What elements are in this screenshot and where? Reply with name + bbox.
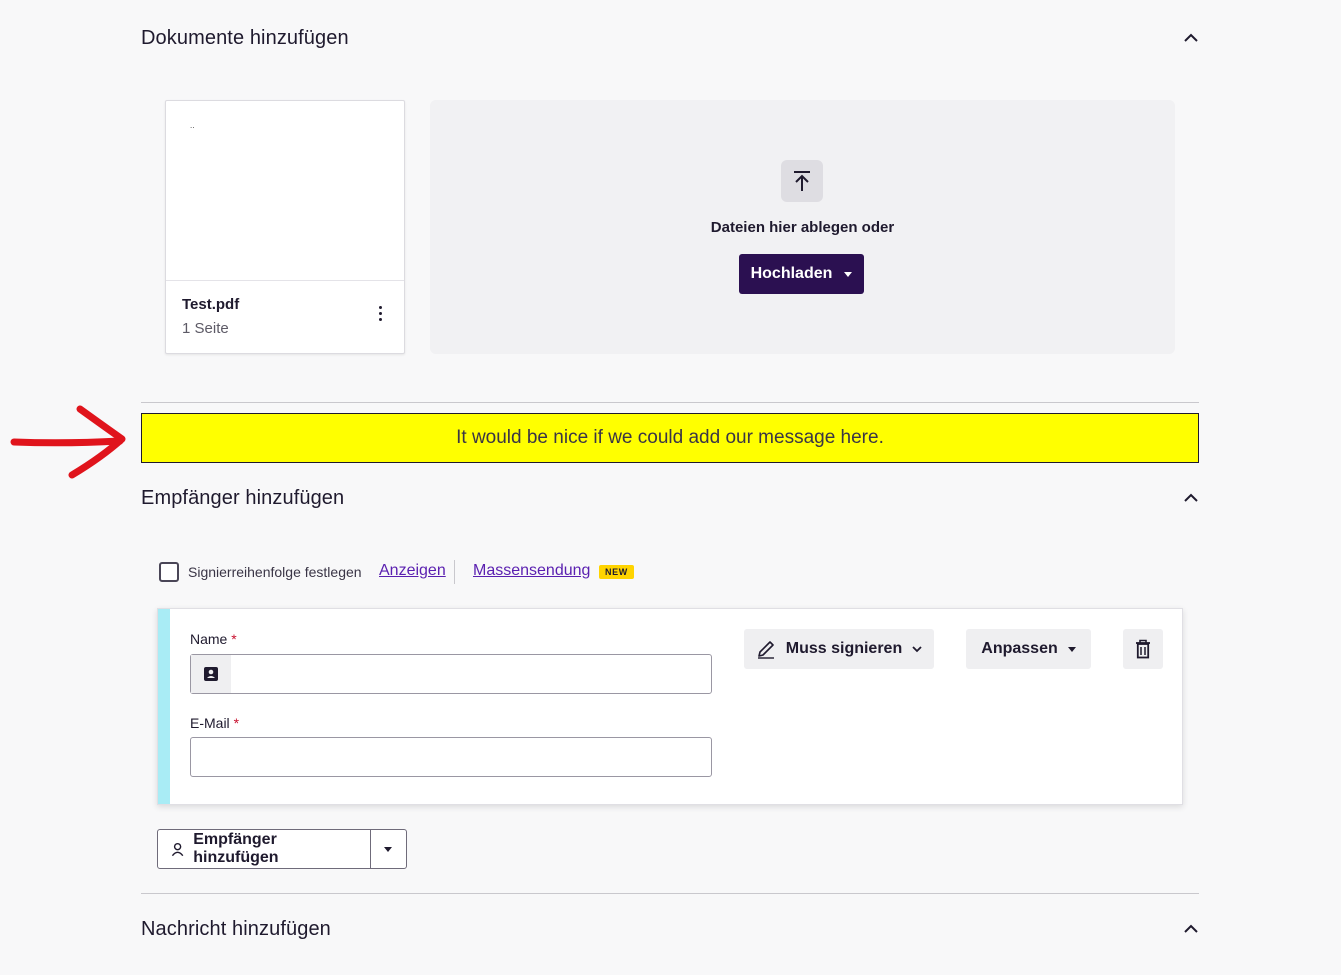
required-marker: * [233,715,240,731]
bulk-send-link[interactable]: Massensendung [473,562,590,580]
document-page-count: 1 Seite [182,320,229,337]
dropzone-text: Dateien hier ablegen oder [710,219,895,236]
more-vertical-icon [378,305,382,309]
chevron-up-icon [1184,33,1198,42]
banner-text: It would be nice if we could add our mes… [456,427,884,448]
chevron-up-icon [1184,493,1198,502]
chevron-down-icon [912,645,922,652]
message-section-title: Nachricht hinzufügen [141,918,331,940]
email-field[interactable] [190,737,712,777]
caret-down-icon [844,271,853,277]
delete-recipient-button[interactable] [1123,629,1163,669]
recipient-card: Name * E-Mail * Muss signieren Anpassen [157,608,1183,805]
section-divider [141,893,1199,894]
document-preview[interactable]: .. [166,101,404,281]
contact-card-icon [204,667,218,681]
trash-icon [1136,639,1150,659]
add-recipient-label: Empfänger hinzufügen [193,831,279,866]
add-recipient-options-button[interactable] [369,830,406,868]
signer-action-label: Muss signieren [785,640,903,657]
documents-section-title: Dokumente hinzufügen [141,27,349,49]
recipients-section-title: Empfänger hinzufügen [141,487,345,509]
caret-down-icon [1067,646,1076,652]
custom-message-banner: It would be nice if we could add our mes… [141,413,1199,463]
name-input-value [231,655,711,693]
email-label: E-Mail * [190,715,240,731]
recipient-color-bar [158,609,170,804]
section-divider [141,402,1199,403]
document-card[interactable]: .. Test.pdf 1 Seite [165,100,405,354]
name-field[interactable] [190,654,712,694]
document-preview-text: .. [190,121,195,130]
chevron-up-icon [1184,924,1198,933]
link-separator [454,560,455,584]
contacts-button[interactable] [191,655,231,693]
name-label: Name * [190,631,237,647]
signer-action-dropdown[interactable]: Muss signieren [744,629,934,669]
collapse-recipients-button[interactable] [1179,485,1203,509]
collapse-documents-button[interactable] [1179,25,1203,49]
signing-order-checkbox[interactable] [159,562,179,582]
customize-dropdown[interactable]: Anpassen [966,629,1091,669]
caret-down-icon [384,846,393,852]
add-recipient-split-button: Empfänger hinzufügen [157,829,407,869]
document-menu-button[interactable] [370,301,390,325]
file-dropzone[interactable]: Dateien hier ablegen oder Hochladen [430,100,1175,354]
show-link[interactable]: Anzeigen [379,562,446,580]
arrow-annotation [10,405,126,479]
collapse-message-button[interactable] [1179,916,1203,940]
new-badge: NEW [599,565,634,579]
upload-icon [781,160,823,202]
customize-label: Anpassen [981,640,1058,657]
user-icon [171,842,184,856]
add-recipient-button[interactable]: Empfänger hinzufügen [158,830,370,868]
pen-icon [757,641,774,659]
document-name: Test.pdf [182,296,240,313]
required-marker: * [231,631,237,647]
upload-button-label: Hochladen [750,265,833,282]
signing-order-label: Signierreihenfolge festlegen [188,564,362,580]
upload-button[interactable]: Hochladen [739,254,864,294]
